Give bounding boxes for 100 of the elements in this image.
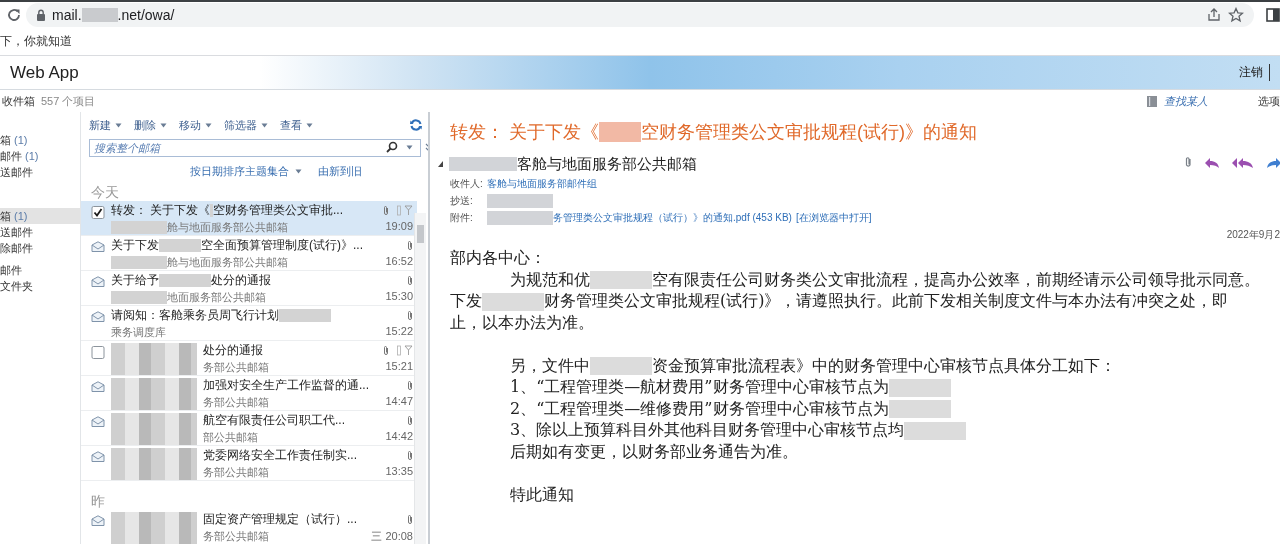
- checkbox[interactable]: [91, 206, 105, 219]
- folder-item[interactable]: 箱 (1): [0, 208, 80, 224]
- reply-all-icon[interactable]: [1232, 156, 1254, 169]
- address-bar[interactable]: mail. .net/owa/: [26, 3, 1254, 27]
- folder-item[interactable]: 送邮件: [0, 224, 80, 240]
- message-title: 空财务管理类公文审批规程(试行)》的通知: [641, 121, 977, 144]
- caret-icon[interactable]: [306, 122, 313, 128]
- body-text: 止，以本办法为准。: [450, 312, 594, 334]
- toolbar-menu[interactable]: 查看: [280, 117, 313, 133]
- message-subject: 固定资产管理规定（试行）...: [203, 511, 357, 528]
- body-text: 为规范和优: [510, 269, 590, 291]
- message-row[interactable]: 关于给予 处分的通报 地面服务部公共邮箱 15:30: [81, 271, 417, 306]
- folder-name: 收件箱: [1, 93, 35, 109]
- envelope-icon: [91, 276, 105, 287]
- redaction-block: [590, 271, 652, 290]
- attachment-link[interactable]: 务管理类公文审批规程（试行）》的通知.pdf (453 KB): [553, 210, 792, 225]
- body-text: 特此通知: [510, 484, 574, 506]
- folder-item[interactable]: 文件夹: [0, 278, 80, 294]
- address-book-icon: [1146, 94, 1158, 108]
- folder-item[interactable]: 邮件: [0, 262, 80, 278]
- url-text: .net/owa/: [117, 7, 175, 23]
- caret-icon[interactable]: [406, 144, 413, 150]
- message-subject: 关于给予: [111, 272, 159, 289]
- message-row[interactable]: 航空有限责任公司职工代... 部公共邮箱 14:42: [81, 411, 417, 446]
- message-date: 2022年9月2: [1226, 229, 1280, 240]
- forward-icon[interactable]: [1266, 156, 1280, 169]
- message-subject: 党委网络安全工作责任制实...: [203, 447, 357, 464]
- toolbar-menu[interactable]: 删除: [134, 117, 167, 133]
- caret-icon[interactable]: [261, 122, 268, 128]
- message-row[interactable]: 加强对安全生产工作监督的通... 务部公共邮箱 14:47: [81, 376, 417, 411]
- message-time: 16:52: [385, 255, 413, 267]
- redaction-block: [111, 291, 167, 304]
- reload-icon[interactable]: [6, 7, 22, 23]
- refresh-icon[interactable]: [410, 119, 422, 131]
- message-sender: 舱与地面服务部公共邮箱: [167, 220, 288, 235]
- attachment-link[interactable]: [在浏览器中打开]: [795, 210, 872, 225]
- checkbox[interactable]: [91, 346, 105, 359]
- caret-icon[interactable]: [160, 122, 167, 128]
- redaction-block: [81, 8, 118, 22]
- folder-item[interactable]: 邮件 (1): [0, 148, 80, 164]
- scrollbar[interactable]: [414, 213, 426, 544]
- search-field[interactable]: 搜索整个邮箱: [89, 139, 421, 157]
- item-count: 557 个项目: [41, 93, 96, 109]
- recipient-link[interactable]: 客舱与地面服务部邮件组: [487, 176, 597, 191]
- bookmark-item[interactable]: 下，你就知道: [0, 33, 72, 50]
- field-label: 附件:: [450, 210, 474, 225]
- caret-icon[interactable]: [115, 122, 122, 128]
- redaction-block: [904, 421, 967, 440]
- folder-item[interactable]: 箱 (1): [0, 132, 80, 148]
- message-subject: 处分的通报: [211, 272, 271, 289]
- message-sender: 舱与地面服务部公共邮箱: [167, 255, 288, 270]
- body-text: 后期如有变更，以财务部业务通告为准。: [510, 441, 798, 463]
- collapse-triangle-icon[interactable]: [438, 161, 443, 167]
- find-someone-link[interactable]: 查找某人: [1164, 93, 1208, 109]
- sort-order-link[interactable]: 由新到旧: [318, 163, 362, 179]
- star-icon[interactable]: [1228, 7, 1244, 23]
- side-panel-icon[interactable]: [1266, 8, 1280, 22]
- message-subject: 空全面预算管理制度(试行)》...: [201, 237, 363, 254]
- message-title: 转发： 关于下发《: [450, 121, 599, 144]
- body-text: 部内各中心：: [450, 248, 546, 270]
- toolbar-menu[interactable]: 移动: [179, 117, 212, 133]
- toolbar-menu[interactable]: 筛选器: [224, 117, 268, 133]
- envelope-icon: [91, 451, 105, 462]
- message-sender: 务部公共邮箱: [203, 529, 269, 544]
- message-row[interactable]: 固定资产管理规定（试行）... 务部公共邮箱 三 20:08: [81, 510, 417, 544]
- redaction-block: [111, 221, 167, 234]
- message-subject: 关于下发: [111, 237, 159, 254]
- message-sender: 务部公共邮箱: [203, 465, 269, 480]
- body-text: 3、除以上预算科目外其他科目财务管理中心审核节点均: [510, 420, 905, 442]
- caret-icon[interactable]: [205, 122, 212, 128]
- options-link[interactable]: 选项: [1258, 93, 1280, 109]
- message-row[interactable]: 处分的通报 务部公共邮箱 15:21: [81, 341, 417, 376]
- flag-icon[interactable]: [397, 344, 413, 356]
- message-time: 15:30: [385, 290, 413, 302]
- caret-icon[interactable]: [295, 168, 302, 174]
- toolbar-menu[interactable]: 新建: [89, 117, 122, 133]
- redaction-block: [159, 239, 201, 252]
- sign-out-link[interactable]: 注销: [1239, 64, 1270, 81]
- message-row[interactable]: 关于下发 空全面预算管理制度(试行)》... 舱与地面服务部公共邮箱 16:52: [81, 236, 417, 271]
- sender-name: 客舱与地面服务部公共邮箱: [517, 154, 697, 174]
- share-icon[interactable]: [1206, 7, 1222, 23]
- message-sender: 务部公共邮箱: [203, 395, 269, 410]
- body-text: 空有限责任公司财务类公文审批流程，提高办公效率，前期经请示公司领导批示同意。: [652, 269, 1260, 291]
- body-text: 财务管理类公文审批规程(试行)》，请遵照执行。此前下发相关制度文件与本办法有冲突之处，即: [544, 291, 1229, 313]
- sort-menu[interactable]: 按日期排序主题集合: [190, 163, 289, 179]
- folder-item[interactable]: 送邮件: [0, 164, 80, 180]
- search-icon[interactable]: [386, 141, 398, 153]
- message-row[interactable]: 转发： 关于下发《 空财务管理类公文审批... 舱与地面服务部公共邮箱 19:09: [81, 201, 417, 236]
- redaction-block: [210, 204, 213, 217]
- message-time: 14:47: [385, 395, 413, 407]
- redaction-block: [111, 256, 167, 269]
- reply-icon[interactable]: [1204, 156, 1220, 169]
- message-subject: 加强对安全生产工作监督的通...: [203, 377, 369, 394]
- message-row[interactable]: 党委网络安全工作责任制实... 务部公共邮箱 13:35: [81, 446, 417, 481]
- field-label: 抄送:: [450, 193, 474, 208]
- message-time: 14:42: [385, 430, 413, 442]
- folder-item[interactable]: 除邮件: [0, 240, 80, 256]
- message-subject: 处分的通报: [203, 342, 263, 359]
- envelope-icon: [91, 381, 105, 392]
- redaction-block: [487, 193, 553, 208]
